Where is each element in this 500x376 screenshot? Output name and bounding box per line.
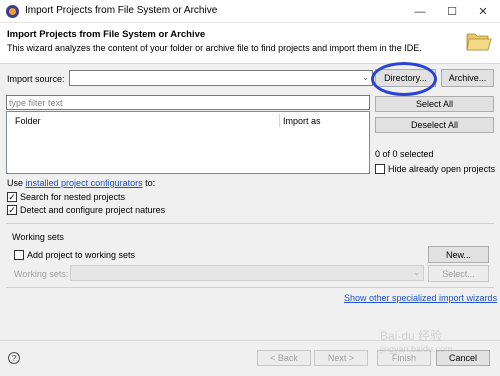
deselect-all-button[interactable]: Deselect All (375, 117, 494, 133)
chevron-down-icon: ⌄ (362, 73, 369, 82)
close-button[interactable]: ✕ (468, 0, 498, 23)
hide-open-checkbox[interactable] (375, 164, 385, 174)
selected-count: 0 of 0 selected (375, 149, 434, 159)
help-icon[interactable]: ? (8, 352, 20, 364)
chevron-down-icon: ⌄ (413, 268, 420, 277)
configurators-link[interactable]: installed project configurators (26, 178, 143, 188)
filter-placeholder: type filter text (9, 98, 63, 108)
detect-natures-label: Detect and configure project natures (20, 205, 166, 215)
window-title: Import Projects from File System or Arch… (25, 5, 218, 16)
import-source-label: Import source: (7, 74, 65, 84)
select-working-sets-button[interactable]: Select... (428, 265, 489, 282)
working-sets-combo[interactable]: ⌄ (70, 265, 424, 281)
nested-projects-label: Search for nested projects (20, 192, 126, 202)
filter-input[interactable]: type filter text (6, 95, 370, 110)
working-sets-divider (6, 223, 494, 224)
show-other-wizards-link[interactable]: Show other specialized import wizards (344, 293, 497, 303)
detect-natures-checkbox[interactable]: ✓ (7, 205, 17, 215)
nested-projects-checkbox[interactable]: ✓ (7, 192, 17, 202)
wizard-title: Import Projects from File System or Arch… (7, 29, 206, 40)
baidu-watermark: Bai·du 经验 jingyan.baidu.com (380, 327, 498, 372)
column-header-import-as[interactable]: Import as (283, 116, 321, 126)
select-all-button[interactable]: Select All (375, 96, 494, 112)
maximize-button[interactable]: ☐ (437, 0, 467, 23)
add-to-working-sets-label: Add project to working sets (27, 250, 136, 260)
projects-table[interactable]: Folder Import as (6, 111, 370, 174)
add-to-working-sets-checkbox[interactable] (14, 250, 24, 260)
watermark-brand: Bai·du 经验 (380, 329, 443, 343)
working-sets-group-title: Working sets (12, 232, 64, 242)
archive-button[interactable]: Archive... (441, 69, 494, 87)
column-separator (279, 114, 280, 127)
watermark-url: jingyan.baidu.com (380, 344, 453, 354)
column-header-folder[interactable]: Folder (15, 116, 41, 126)
use-configurators-line: Use installed project configurators to: (7, 178, 155, 188)
eclipse-app-icon (6, 5, 19, 18)
hide-open-label: Hide already open projects (388, 164, 496, 174)
open-folder-icon (466, 33, 492, 51)
use-prefix: Use (7, 178, 24, 188)
wizard-description: This wizard analyzes the content of your… (7, 43, 422, 53)
working-sets-group-bottom (6, 287, 494, 288)
back-button[interactable]: < Back (257, 350, 311, 366)
next-button[interactable]: Next > (314, 350, 368, 366)
minimize-button[interactable]: — (405, 0, 435, 23)
annotation-circle (371, 62, 437, 96)
working-sets-label: Working sets: (14, 269, 69, 279)
use-suffix: to: (145, 178, 156, 188)
import-source-combo[interactable]: ⌄ (69, 70, 373, 86)
new-working-set-button[interactable]: New... (428, 246, 489, 263)
